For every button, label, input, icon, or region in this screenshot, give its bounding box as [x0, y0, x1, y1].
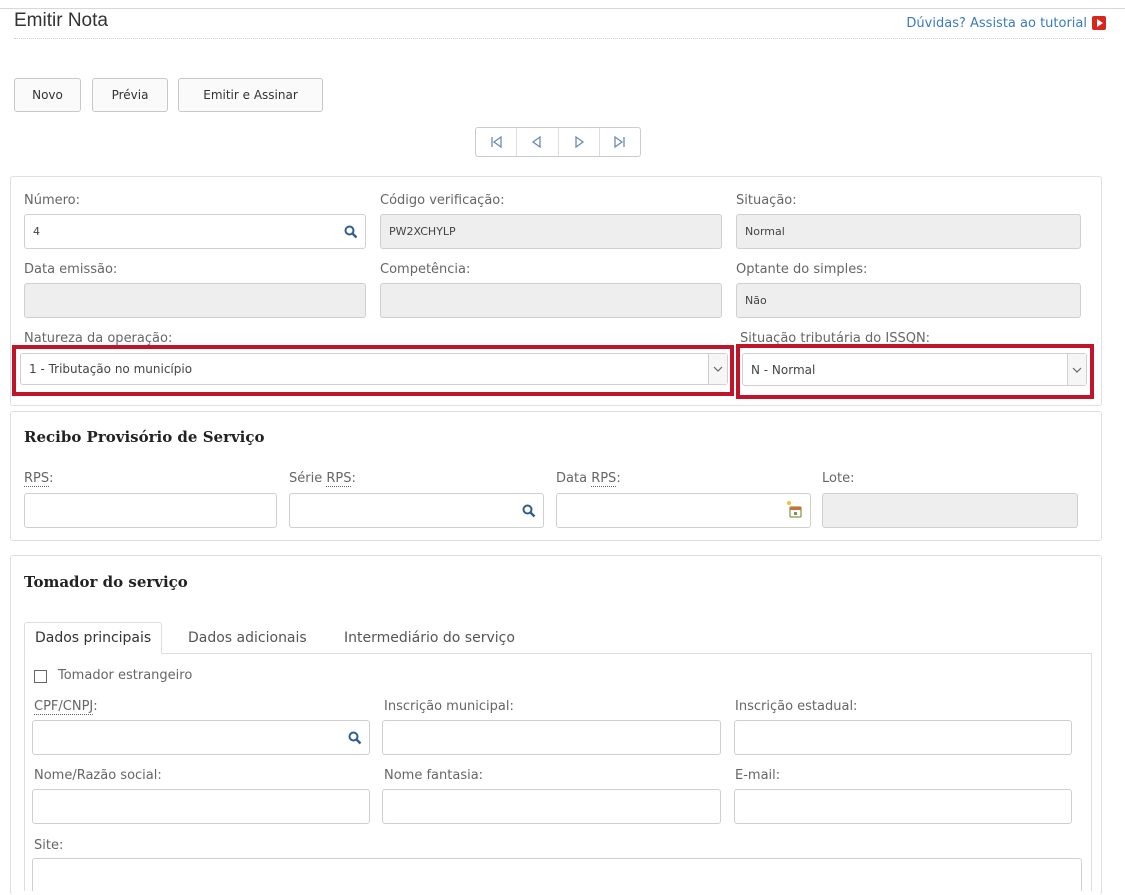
previous-record-icon[interactable] — [517, 128, 559, 156]
rps-label: RPS: — [24, 471, 54, 487]
site-label: Site: — [34, 838, 64, 853]
serie-rps-label: Série RPS: — [289, 471, 356, 487]
last-record-icon[interactable] — [600, 128, 640, 156]
nome-razao-label: Nome/Razão social: — [34, 768, 162, 783]
nome-razao-input[interactable] — [32, 789, 370, 824]
codigo-field: PW2XCHYLP — [380, 214, 722, 249]
emitir-assinar-button[interactable]: Emitir e Assinar — [178, 78, 323, 112]
serie-rps-input[interactable] — [289, 493, 544, 528]
lote-label: Lote: — [822, 471, 855, 486]
data-rps-input[interactable] — [556, 493, 811, 528]
competencia-label: Competência: — [380, 262, 471, 277]
tab-dados-adicionais[interactable]: Dados adicionais — [178, 622, 317, 654]
calendar-icon[interactable] — [784, 500, 804, 520]
situacao-label: Situação: — [736, 193, 797, 208]
inscricao-municipal-input[interactable] — [382, 720, 721, 755]
codigo-value: PW2XCHYLP — [389, 225, 456, 238]
page-title: Emitir Nota — [14, 10, 108, 31]
tutorial-link[interactable]: Dúvidas? Assista ao tutorial — [906, 16, 1087, 31]
tomador-section-title: Tomador do serviço — [24, 573, 188, 591]
email-input[interactable] — [734, 789, 1072, 824]
codigo-label: Código verificação: — [380, 193, 505, 208]
email-label: E-mail: — [735, 768, 781, 783]
top-divider — [0, 8, 1125, 9]
natureza-highlight — [12, 345, 734, 396]
situacao-field: Normal — [736, 214, 1081, 249]
competencia-field — [380, 283, 722, 318]
inscricao-estadual-input[interactable] — [734, 720, 1072, 755]
record-pager — [475, 127, 641, 157]
tab-intermediario[interactable]: Intermediário do serviço — [334, 622, 525, 654]
inscricao-municipal-label: Inscrição municipal: — [384, 699, 514, 714]
title-divider — [14, 38, 1104, 39]
search-icon[interactable] — [344, 225, 358, 239]
tomador-estrangeiro-label: Tomador estrangeiro — [58, 668, 193, 683]
inscricao-estadual-label: Inscrição estadual: — [735, 699, 858, 714]
situacao-value: Normal — [745, 225, 785, 238]
first-record-icon[interactable] — [476, 128, 518, 156]
nome-fantasia-label: Nome fantasia: — [384, 768, 484, 783]
cpf-cnpj-input[interactable] — [32, 720, 370, 755]
cpf-cnpj-label: CPF/CNPJ: — [34, 699, 98, 715]
data-rps-label: Data RPS: — [556, 471, 621, 487]
novo-button[interactable]: Novo — [14, 78, 81, 112]
optante-field: Não — [736, 283, 1081, 318]
rps-section-title: Recibo Provisório de Serviço — [24, 428, 265, 446]
optante-label: Optante do simples: — [736, 262, 868, 277]
numero-input[interactable]: 4 — [24, 214, 366, 249]
optante-value: Não — [745, 294, 767, 307]
natureza-label: Natureza da operação: — [24, 331, 173, 346]
tomador-estrangeiro-checkbox[interactable] — [34, 670, 47, 683]
tab-content — [24, 653, 1092, 891]
numero-value: 4 — [33, 225, 40, 238]
next-record-icon[interactable] — [559, 128, 600, 156]
tab-dados-principais[interactable]: Dados principais — [24, 622, 163, 654]
situacao-tributaria-highlight — [736, 344, 1094, 399]
search-icon[interactable] — [522, 504, 536, 518]
data-emissao-field — [24, 283, 366, 318]
nome-fantasia-input[interactable] — [382, 789, 721, 824]
search-icon[interactable] — [348, 731, 362, 745]
video-play-icon[interactable] — [1092, 16, 1106, 30]
numero-label: Número: — [24, 193, 81, 208]
data-emissao-label: Data emissão: — [24, 262, 118, 277]
lote-field — [822, 493, 1078, 528]
site-input[interactable] — [32, 858, 1082, 891]
rps-input[interactable] — [24, 493, 277, 528]
previa-button[interactable]: Prévia — [92, 78, 168, 112]
